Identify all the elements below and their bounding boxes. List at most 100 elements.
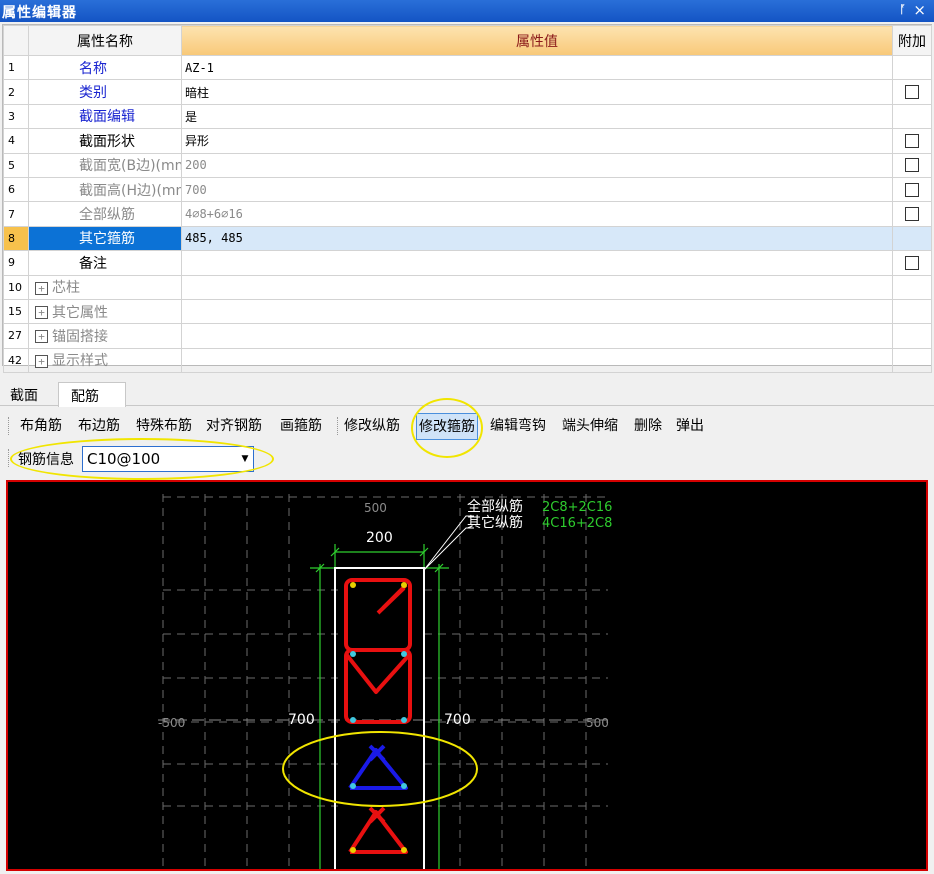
toolbar-button[interactable]: 编辑弯钩 (490, 412, 546, 440)
toolbar-button[interactable]: 弹出 (676, 412, 704, 440)
property-group-label: 锚固搭接 (52, 328, 108, 345)
toolbar-button[interactable]: 布边筋 (78, 412, 120, 440)
toolbar-button[interactable]: 对齐钢筋 (206, 412, 262, 440)
property-group[interactable]: + 显示样式 (28, 347, 182, 374)
grid-row[interactable]: 3 截面编辑是 (3, 103, 932, 130)
add-header[interactable]: 附加 (892, 25, 932, 56)
property-name[interactable]: 备注 (28, 250, 182, 276)
rebar-info-label: 钢筋信息 (18, 452, 74, 468)
property-name[interactable]: 全部纵筋 (28, 201, 182, 227)
property-group[interactable]: + 锚固搭接 (28, 323, 182, 349)
expand-icon[interactable]: + (35, 330, 48, 344)
add-checkbox[interactable] (905, 133, 919, 148)
property-value[interactable]: 4⌀8+6⌀16 (181, 201, 893, 227)
property-name[interactable]: 截面高(H边)(mm) (28, 176, 182, 203)
add-cell[interactable] (892, 79, 932, 105)
row-number: 2 (3, 79, 29, 105)
height-dimension-left: 700 (288, 712, 315, 728)
property-value[interactable] (181, 298, 893, 325)
bottom-tabs: 截面 配筋 (0, 380, 934, 407)
property-value[interactable]: 是 (181, 103, 893, 130)
grid-row[interactable]: 7 全部纵筋 4⌀8+6⌀16 (3, 201, 932, 227)
chevron-down-icon[interactable]: ▼ (237, 447, 253, 471)
expand-icon[interactable]: + (35, 281, 48, 295)
pin-icon[interactable]: ᚪ (899, 3, 906, 16)
tab-section[interactable]: 截面 (2, 382, 46, 406)
property-name[interactable]: 其它箍筋 (28, 225, 182, 252)
row-number: 8 (3, 225, 29, 252)
property-name[interactable]: 截面宽(B边)(mm) (28, 152, 182, 178)
grid-group-row[interactable]: 15 + 其它属性 (3, 298, 932, 325)
red-stirrups (344, 578, 412, 854)
expand-icon[interactable]: + (35, 354, 48, 368)
add-cell[interactable] (892, 201, 932, 227)
grid-row[interactable]: 6截面高(H边)(mm)700 (3, 176, 932, 203)
property-value[interactable] (181, 250, 893, 276)
property-group[interactable]: + 芯柱 (28, 274, 182, 300)
grid-row[interactable]: 9 备注 (3, 250, 932, 276)
property-name-header[interactable]: 属性名称 (28, 25, 182, 56)
row-number-header (3, 25, 29, 56)
property-value-header[interactable]: 属性值 (181, 25, 893, 56)
toolbar-button[interactable]: 修改箍筋 (416, 413, 478, 440)
toolbar-button[interactable]: 修改纵筋 (344, 412, 400, 440)
grid-group-row[interactable]: 42 + 显示样式 (3, 347, 932, 374)
property-name[interactable]: 类别 (28, 79, 182, 105)
grid-group-row[interactable]: 27 + 锚固搭接 (3, 323, 932, 349)
close-icon[interactable]: × (913, 1, 926, 19)
rebar-info-combo[interactable]: C10@100 ▼ (82, 446, 254, 472)
add-cell[interactable] (892, 250, 932, 276)
property-group-label: 其它属性 (52, 304, 108, 321)
legend-value-other: 4C16+2C8 (542, 516, 612, 531)
property-group[interactable]: + 其它属性 (28, 298, 182, 325)
grid-row[interactable]: 5截面宽(B边)(mm)200 (3, 152, 932, 178)
property-group-label: 芯柱 (52, 280, 80, 297)
add-checkbox[interactable] (905, 207, 919, 222)
add-checkbox[interactable] (905, 255, 919, 270)
row-number: 15 (3, 298, 29, 325)
grid-row[interactable]: 2 类别 暗柱 (3, 79, 932, 105)
row-number: 6 (3, 176, 29, 203)
property-name[interactable]: 名称 (28, 54, 182, 81)
property-grid: 属性名称 属性值 附加 1 名称 AZ-1 2 类别 暗柱 3 截面编辑是 4 截面形状 异形 5 截面… (2, 24, 932, 374)
add-cell (892, 103, 932, 130)
property-value[interactable]: AZ-1 (181, 54, 893, 81)
row-number: 9 (3, 250, 29, 276)
grid-group-row[interactable]: 10 + 芯柱 (3, 274, 932, 300)
section-drawing[interactable]: 500 -500 500 200 700 700 全部纵筋 2C8+2C16 其… (8, 482, 928, 871)
toolbar-button[interactable]: 画箍筋 (280, 412, 322, 440)
property-value[interactable] (181, 323, 893, 349)
grid-row[interactable]: 4 截面形状 异形 (3, 128, 932, 154)
add-checkbox[interactable] (905, 182, 919, 197)
row-number: 5 (3, 152, 29, 178)
property-name[interactable]: 截面编辑 (28, 103, 182, 130)
property-value[interactable]: 200 (181, 152, 893, 178)
property-name[interactable]: 截面形状 (28, 128, 182, 154)
add-cell[interactable] (892, 152, 932, 178)
add-checkbox[interactable] (905, 85, 919, 100)
toolbar-button[interactable]: 特殊布筋 (136, 412, 192, 440)
property-value[interactable]: 485, 485 (181, 225, 893, 252)
property-value[interactable]: 700 (181, 176, 893, 203)
add-cell (892, 347, 932, 374)
add-checkbox[interactable] (905, 158, 919, 173)
toolbar-button[interactable]: 布角筋 (20, 412, 62, 440)
expand-icon[interactable]: + (35, 306, 48, 320)
legend-label-other: 其它纵筋 (467, 514, 523, 531)
property-value[interactable] (181, 274, 893, 300)
tab-rebar[interactable]: 配筋 (58, 382, 126, 407)
property-value[interactable]: 异形 (181, 128, 893, 154)
grid-header-row: 属性名称 属性值 附加 (3, 25, 932, 56)
rebar-info-value: C10@100 (87, 450, 161, 468)
grid-row[interactable]: 8 其它箍筋 485, 485 (3, 225, 932, 252)
property-value[interactable]: 暗柱 (181, 79, 893, 105)
toolbar-button[interactable]: 端头伸缩 (562, 412, 618, 440)
add-cell[interactable] (892, 128, 932, 154)
grid-row[interactable]: 1 名称 AZ-1 (3, 54, 932, 81)
toolbar-button[interactable]: 删除 (634, 412, 662, 440)
add-cell[interactable] (892, 176, 932, 203)
property-value[interactable] (181, 347, 893, 374)
axis-left-label: -500 (158, 716, 185, 730)
row-number: 1 (3, 54, 29, 81)
section-drawing-canvas[interactable]: 500 -500 500 200 700 700 全部纵筋 2C8+2C16 其… (6, 480, 928, 871)
